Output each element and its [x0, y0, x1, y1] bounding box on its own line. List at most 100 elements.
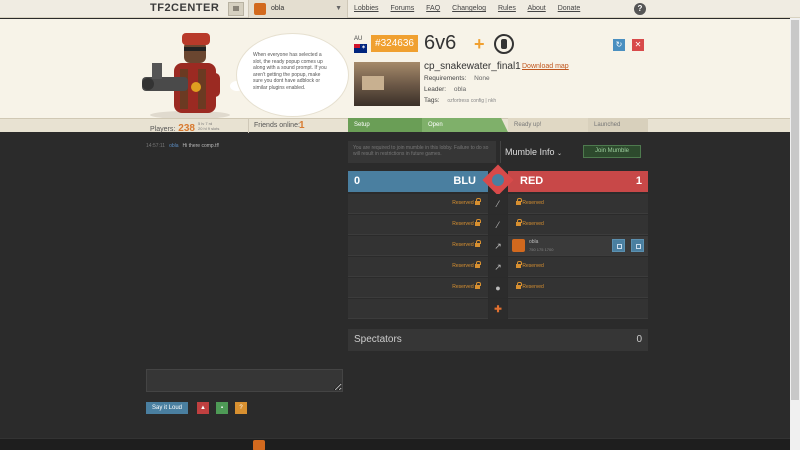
tip-bubble: When everyone has selected a slot, the r… [236, 33, 349, 117]
player-avatar[interactable] [512, 239, 525, 252]
team-red-header: RED 1 [508, 171, 648, 192]
download-map-link[interactable]: Download map [522, 63, 569, 70]
chat-input[interactable] [146, 369, 343, 392]
tip-text: When everyone has selected a slot, the r… [253, 52, 327, 91]
nav-link-faq[interactable]: FAQ [426, 5, 440, 12]
lock-icon [475, 219, 481, 226]
emote-red-button[interactable]: ▲ [197, 402, 209, 414]
pocket-class-icon: ↗ [489, 257, 507, 277]
demoman-class-icon: ● [489, 278, 507, 298]
chat-toggle-button[interactable] [228, 2, 244, 16]
lobby-id: #324636 [371, 35, 418, 52]
scout-class-icon: ⁄ [489, 215, 507, 235]
page-scrollbar[interactable] [790, 18, 800, 450]
map-preview [354, 62, 420, 106]
blu-slot-medic[interactable] [348, 299, 488, 319]
nav-link-about[interactable]: About [527, 5, 545, 12]
friends-label: Friends online: [254, 122, 300, 129]
requirements-row: Requirements: None [424, 75, 490, 82]
nav-link-rules[interactable]: Rules [498, 5, 516, 12]
tags-value: ozfortress config | nkh [447, 98, 497, 104]
tags-label: Tags: [424, 97, 440, 104]
lock-icon [516, 219, 522, 226]
scrollbar-thumb[interactable] [791, 20, 799, 400]
mumble-requirement-note: You are required to join mumble in this … [348, 141, 496, 163]
nav-link-lobbies[interactable]: Lobbies [354, 5, 379, 12]
tags-row: Tags: ozfortress config | nkh [424, 97, 496, 104]
spectators-count: 0 [636, 334, 642, 345]
lock-icon [516, 261, 522, 268]
blu-slot-scout-1[interactable]: Reserved [348, 194, 488, 214]
mumble-required-icon [494, 34, 514, 54]
players-label: Players: [150, 126, 176, 133]
player-name[interactable]: obla [529, 239, 538, 245]
players-count: 238 [178, 123, 195, 134]
red-slot-scout-1[interactable]: Reserved [508, 194, 648, 214]
spectators-panel[interactable]: Spectators 0 [348, 329, 648, 351]
region-label: AU [354, 36, 363, 42]
blu-slot-pocket[interactable]: Reserved [348, 257, 488, 277]
join-mumble-button[interactable]: Join Mumble [583, 145, 641, 158]
team-blu-header: 0 BLU [348, 171, 488, 192]
top-nav: TF2CENTER obla ▼ Lobbies Forums FAQ Chan… [0, 0, 800, 18]
chat-message: 14:57:11 obla Hi there comp.tf! [146, 143, 219, 149]
step-launched: Launched [588, 118, 648, 132]
chat-user[interactable]: obla [169, 143, 178, 149]
user-menu[interactable]: obla ▼ [248, 0, 348, 18]
roamer-class-icon: ↗ [489, 236, 507, 256]
chevron-down-icon: ▼ [335, 5, 342, 12]
say-it-loud-button[interactable]: Say it Loud [146, 402, 188, 414]
australia-flag-icon [354, 44, 367, 53]
nav-link-donate[interactable]: Donate [558, 5, 581, 12]
lock-icon [516, 282, 522, 289]
soldier-illustration [142, 33, 230, 118]
nav-link-changelog[interactable]: Changelog [452, 5, 486, 12]
medic-class-icon: ✚ [489, 299, 507, 319]
spectators-label: Spectators [354, 334, 402, 345]
username: obla [271, 5, 285, 12]
red-slot-pocket[interactable]: Reserved [508, 257, 648, 277]
player-stats: 750 175 1700 [529, 247, 554, 252]
avatar [254, 3, 266, 15]
red-slot-medic[interactable] [508, 299, 648, 319]
footer-avatar [253, 440, 265, 450]
chat-time: 14:57:11 [146, 143, 166, 149]
red-name: RED [520, 175, 544, 187]
step-ready-up: Ready up! [508, 118, 588, 132]
players-breakdown: 5 lv 7 rd 20 hl 9 slots [197, 121, 220, 131]
step-setup: Setup [348, 118, 422, 132]
red-slot-scout-2[interactable]: Reserved [508, 215, 648, 235]
help-chat-button[interactable]: ? [235, 402, 247, 414]
mumble-info-dropdown[interactable]: Mumble Info ⌄ [500, 141, 579, 163]
friends-count: 1 [299, 120, 305, 131]
lock-icon [475, 282, 481, 289]
blu-slot-roamer[interactable]: Reserved [348, 236, 488, 256]
site-logo[interactable]: TF2CENTER [150, 2, 219, 14]
versus-badge-icon [484, 166, 514, 196]
blu-score: 0 [354, 175, 361, 187]
nav-link-forums[interactable]: Forums [390, 5, 414, 12]
help-icon[interactable]: ? [634, 3, 646, 15]
lock-icon [475, 198, 481, 205]
gametype: 6v6 [424, 32, 457, 54]
red-score: 1 [635, 175, 642, 187]
blu-slot-demoman[interactable]: Reserved [348, 278, 488, 298]
close-lobby-button[interactable]: ✕ [632, 39, 644, 51]
emote-green-button[interactable]: ▪ [216, 402, 228, 414]
footer [0, 438, 800, 450]
red-slot-roamer[interactable]: obla 750 175 1700 [508, 236, 648, 256]
friends-online[interactable]: Friends online: 1 [248, 119, 346, 133]
red-slot-demoman[interactable]: Reserved [508, 278, 648, 298]
player-ready-button[interactable] [631, 239, 644, 252]
refresh-button[interactable]: ↻ [613, 39, 625, 51]
lock-icon [475, 240, 481, 247]
player-mumble-button[interactable] [612, 239, 625, 252]
blu-slot-scout-2[interactable]: Reserved [348, 215, 488, 235]
leader-row: Leader: obla [424, 86, 466, 93]
blu-name: BLU [453, 175, 476, 187]
lock-icon [516, 198, 522, 205]
nav-links: Lobbies Forums FAQ Changelog Rules About… [354, 5, 590, 12]
scout-class-icon: ⁄ [489, 194, 507, 214]
requirements-value: None [474, 75, 490, 82]
leader-value[interactable]: obla [454, 86, 466, 93]
